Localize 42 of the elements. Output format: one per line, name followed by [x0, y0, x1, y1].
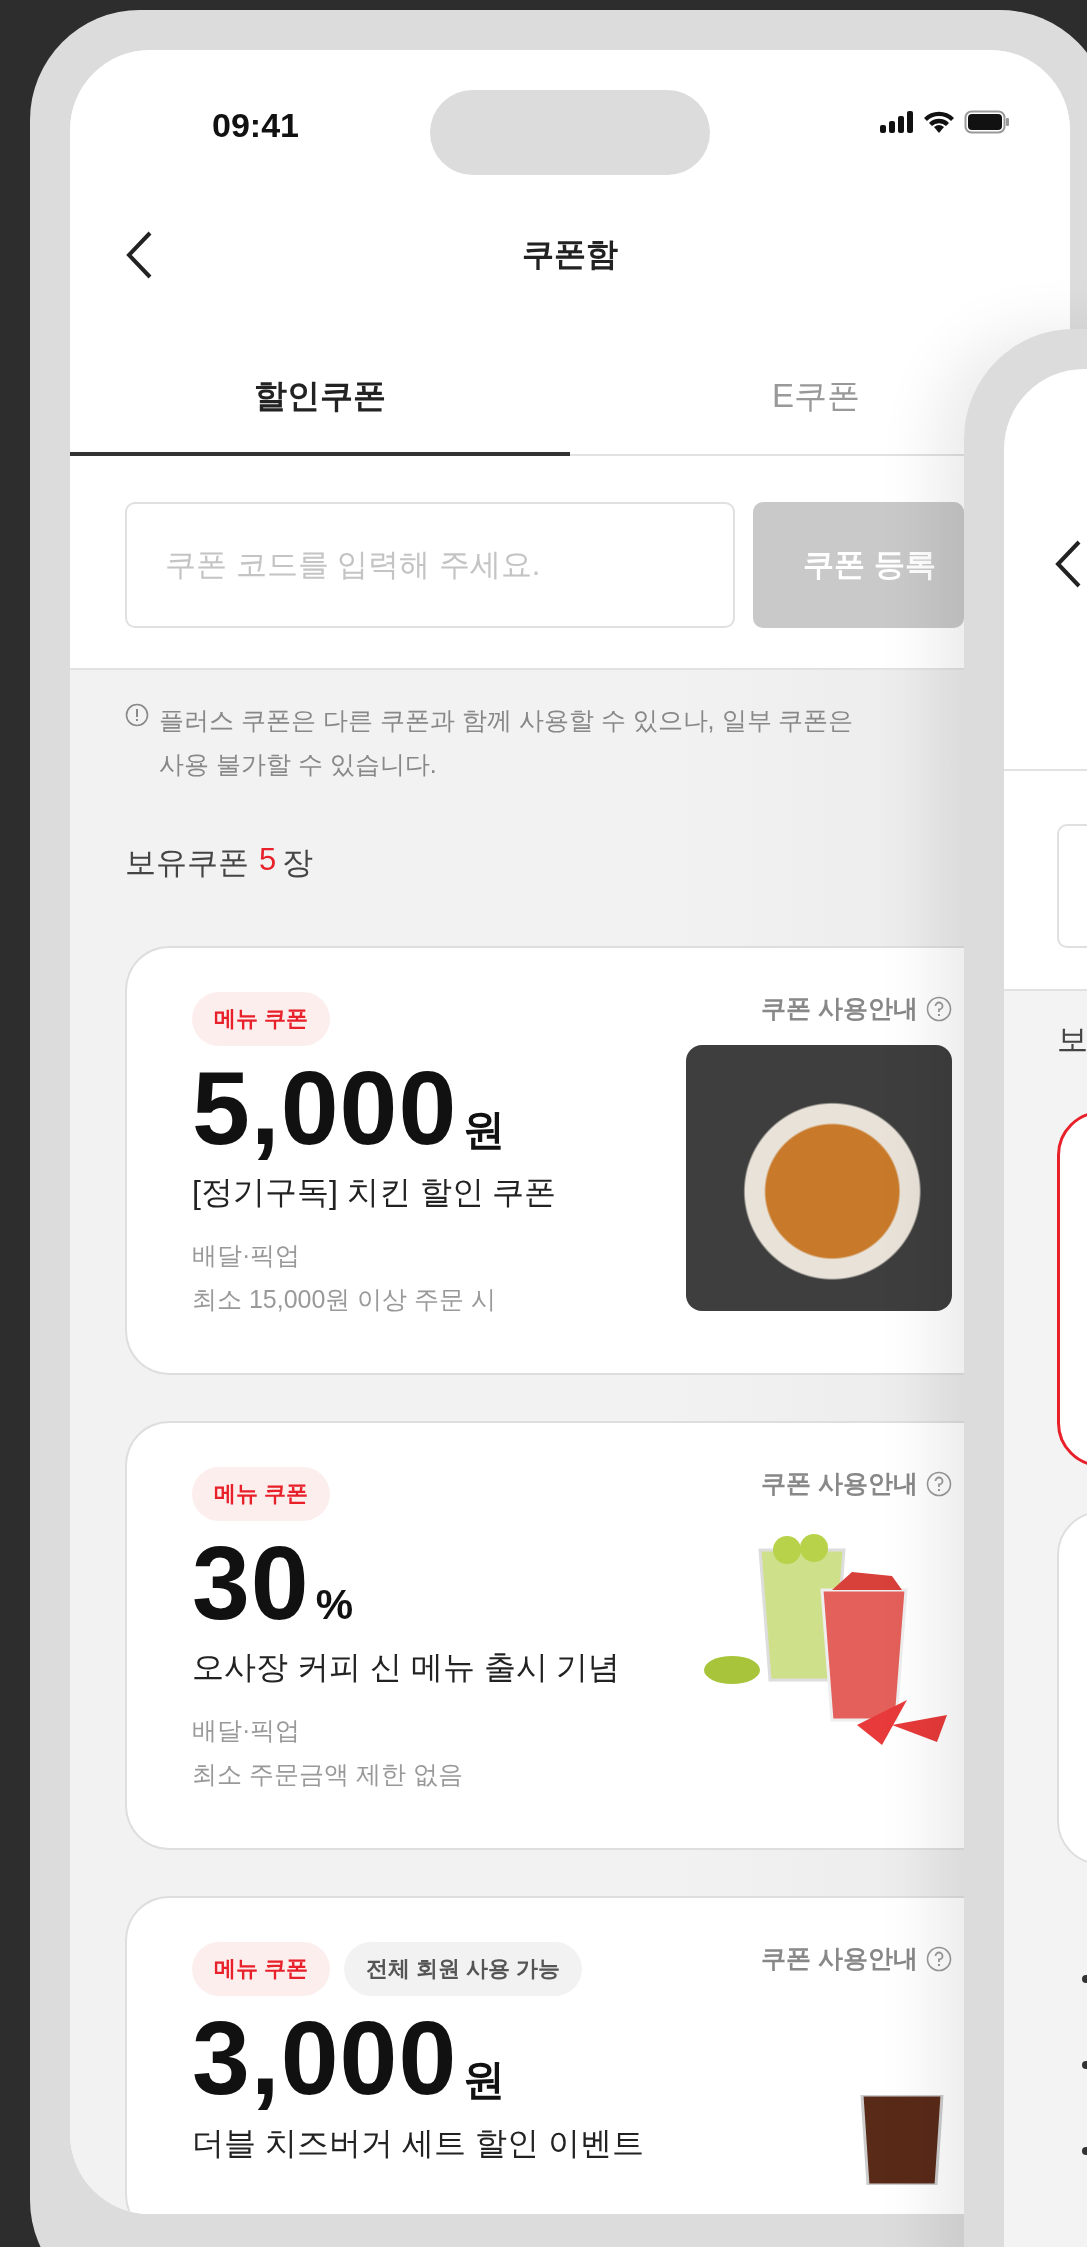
- coupon-condition: 최소 15,000원 이상 주문 시: [192, 1284, 497, 1316]
- usage-guide-link[interactable]: 쿠폰 사용안내: [761, 1467, 918, 1501]
- coupon-card[interactable]: 메뉴 쿠폰 5,000 원 [정기구독] 치킨 할인 쿠폰 배달·픽업 최소 15,000원 이상 주문 시 쿠폰 사용안내: [125, 946, 964, 1376]
- coupon-title: 오사장 커피 신 메뉴 출시 기념: [192, 1648, 621, 1688]
- notice-text: 플러스 쿠폰은 다른 쿠폰과 함께 사용할 수 있으나, 일부 쿠폰은: [159, 705, 854, 736]
- owned-label: 보유쿠폰: [125, 844, 249, 882]
- page-title: 쿠폰함: [521, 235, 619, 274]
- coupon-tag: 메뉴 쿠폰: [192, 1467, 331, 1522]
- coupon-card[interactable]: 메뉴 쿠폰 전체 회원 사용 가능 3,000 원 더블 치즈버거 세트 할인 이벤트 쿠폰 사용안내: [125, 1896, 964, 2214]
- wifi-icon: [924, 111, 954, 133]
- discount-amount: 5,000: [192, 1054, 458, 1164]
- back-icon[interactable]: [125, 230, 153, 280]
- owned-unit: 장: [282, 844, 314, 882]
- discount-unit: 원: [463, 2055, 506, 2106]
- owned-label: 보: [1057, 1021, 1087, 1059]
- usage-guide-link[interactable]: 쿠폰 사용안내: [761, 992, 918, 1025]
- coupon-condition: 최소 주문금액 제한 없음: [192, 1759, 463, 1791]
- coupon-condition: 배달·픽업: [192, 1240, 301, 1272]
- discount-unit: 원: [463, 1105, 506, 1155]
- help-icon[interactable]: [926, 1470, 952, 1497]
- back-icon[interactable]: [1054, 539, 1082, 589]
- coupon-condition: 배달·픽업: [192, 1715, 301, 1747]
- notice-text: 사용 불가할 수 있습니다.: [159, 749, 438, 780]
- battery-icon: [964, 110, 1010, 134]
- status-time: 09:41: [212, 106, 299, 145]
- coupon-tag: 전체 회원 사용 가능: [344, 1942, 583, 1997]
- discount-amount: 3,000: [192, 2004, 458, 2114]
- info-icon: [125, 703, 149, 727]
- tab[interactable]: 할인쿠폰: [70, 340, 570, 456]
- coupon-title: 더블 치즈버거 세트 할인 이벤트: [192, 2123, 644, 2163]
- help-icon[interactable]: [926, 1945, 952, 1972]
- tab[interactable]: E쿠폰: [570, 340, 964, 456]
- discount-unit: %: [315, 1581, 354, 1630]
- help-icon[interactable]: [926, 995, 952, 1022]
- coupon-tag: 메뉴 쿠폰: [192, 1942, 331, 1997]
- usage-guide-link[interactable]: 쿠폰 사용안내: [761, 1942, 918, 1976]
- owned-count: 5: [259, 842, 277, 879]
- coupon-tag: 메뉴 쿠폰: [192, 992, 331, 1046]
- coupon-title: [정기구독] 치킨 할인 쿠폰: [192, 1173, 557, 1213]
- signal-icon: [880, 111, 914, 133]
- coupon-card[interactable]: 메뉴 쿠폰 30% 오사장 커피 신 메뉴 출시 기념 배달·픽업 최소 주문금액 제한 없음 쿠폰 사용안내: [125, 1421, 964, 1851]
- discount-amount: 30: [192, 1529, 310, 1639]
